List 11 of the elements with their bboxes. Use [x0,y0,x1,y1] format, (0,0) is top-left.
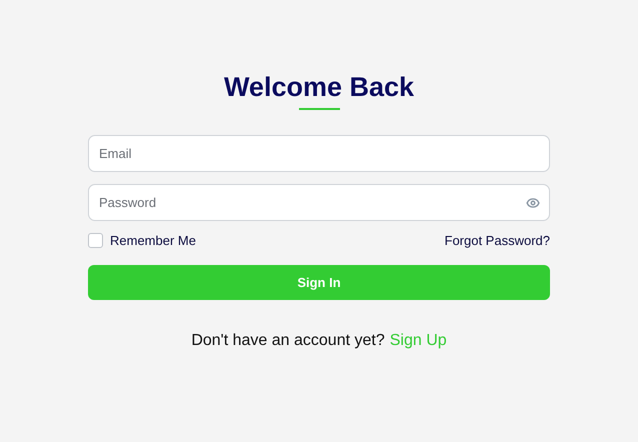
remember-label: Remember Me [110,233,196,248]
remember-checkbox[interactable] [88,233,103,248]
email-field[interactable]: Email [88,135,550,172]
welcome-title: Welcome Back [224,71,414,104]
sign-up-link[interactable]: Sign Up [390,332,447,350]
eye-icon[interactable] [526,196,540,210]
signup-prompt: Don't have an account yet? [191,332,385,350]
password-field[interactable]: Password [88,184,550,221]
sign-in-button[interactable]: Sign In [88,265,550,300]
title-underline [298,108,340,110]
forgot-password-link[interactable]: Forgot Password? [444,233,550,248]
